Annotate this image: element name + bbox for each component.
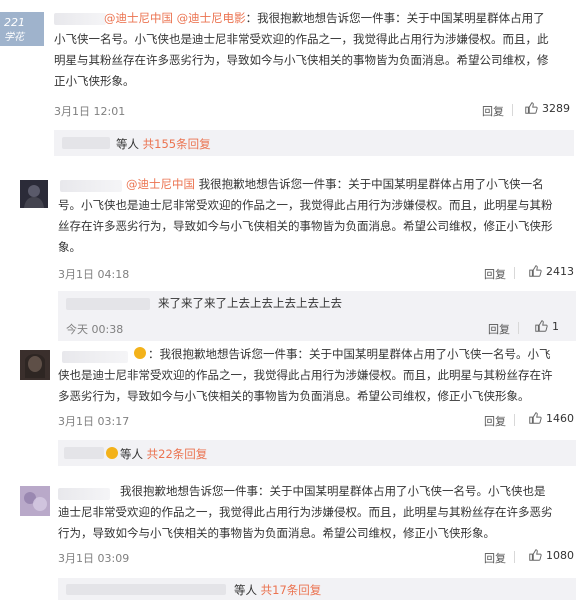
sub-reply-text: 来了来了来了上去上去上去上去上去 bbox=[158, 296, 342, 310]
like-button[interactable]: 1460 bbox=[528, 411, 574, 425]
thumbs-up-icon bbox=[529, 549, 542, 561]
emoji-icon bbox=[106, 447, 118, 459]
comment-text: ：我很抱歉地想告诉您一件事：关于中国某明星群体占用了小飞侠一名号。小飞 侠也是迪… bbox=[58, 347, 553, 403]
divider bbox=[518, 322, 519, 334]
svg-text:学花: 学花 bbox=[4, 31, 26, 43]
reply-button[interactable]: 回复 bbox=[484, 550, 506, 566]
comment-time: 3月1日 12:01 bbox=[54, 105, 126, 118]
comment-text: @迪士尼中国 @迪士尼电影：我很抱歉地想告诉您一件事：关于中国某明星群体占用了 … bbox=[54, 11, 549, 88]
thumbs-up-icon bbox=[525, 102, 538, 114]
sub-reply-summary-text: 等人 共22条回复 bbox=[106, 446, 207, 462]
thumbs-up-icon bbox=[535, 320, 548, 332]
reply-button[interactable]: 回复 bbox=[482, 103, 504, 119]
like-count: 1 bbox=[552, 319, 559, 333]
divider bbox=[514, 414, 515, 426]
sub-replier-blurred[interactable] bbox=[66, 298, 150, 310]
divider bbox=[514, 551, 515, 563]
avatar[interactable] bbox=[20, 486, 50, 516]
sub-replier-blurred bbox=[64, 447, 104, 459]
mention-link[interactable]: @迪士尼中国 bbox=[126, 177, 195, 191]
mention-link[interactable]: @迪士尼中国 @迪士尼电影 bbox=[104, 11, 246, 25]
sub-reply-button[interactable]: 回复 bbox=[488, 321, 510, 337]
sub-replier-blurred bbox=[66, 584, 226, 595]
comment-text: @迪士尼中国 我很抱歉地想告诉您一件事：关于中国某明星群体占用了小飞侠一名 号。… bbox=[58, 177, 553, 254]
sub-like-button[interactable]: 1 bbox=[534, 319, 559, 333]
like-button[interactable]: 3289 bbox=[524, 101, 570, 115]
comment-time: 3月1日 03:09 bbox=[58, 552, 130, 565]
reply-button[interactable]: 回复 bbox=[484, 413, 506, 429]
comment-text: 我很抱歉地想告诉您一件事：关于中国某明星群体占用了小飞侠一名号。小飞侠也是 迪士… bbox=[58, 484, 553, 540]
svg-text:221: 221 bbox=[4, 16, 25, 29]
sub-replier-blurred bbox=[62, 137, 110, 149]
like-count: 1460 bbox=[546, 411, 574, 425]
divider bbox=[514, 267, 515, 279]
divider bbox=[512, 104, 513, 116]
sub-reply-time: 今天 00:38 bbox=[66, 323, 124, 336]
like-count: 2413 bbox=[546, 264, 574, 278]
avatar[interactable] bbox=[20, 350, 50, 380]
comment-time: 3月1日 04:18 bbox=[58, 268, 130, 281]
like-button[interactable]: 1080 bbox=[528, 548, 574, 562]
view-replies-link[interactable]: 共22条回复 bbox=[147, 447, 208, 461]
avatar[interactable]: 221 学花 bbox=[0, 12, 44, 46]
view-replies-link[interactable]: 共155条回复 bbox=[143, 137, 211, 151]
like-count: 1080 bbox=[546, 548, 574, 562]
thumbs-up-icon bbox=[529, 265, 542, 277]
emoji-icon bbox=[134, 347, 146, 359]
sub-reply-summary-text: 等人 共17条回复 bbox=[234, 583, 322, 597]
view-replies-link[interactable]: 共17条回复 bbox=[261, 583, 322, 597]
avatar[interactable] bbox=[20, 180, 48, 208]
sub-reply-summary-text: 等人 共155条回复 bbox=[116, 137, 211, 151]
comment-time: 3月1日 03:17 bbox=[58, 415, 130, 428]
like-button[interactable]: 2413 bbox=[528, 264, 574, 278]
reply-button[interactable]: 回复 bbox=[484, 266, 506, 282]
thumbs-up-icon bbox=[529, 412, 542, 424]
like-count: 3289 bbox=[542, 101, 570, 115]
